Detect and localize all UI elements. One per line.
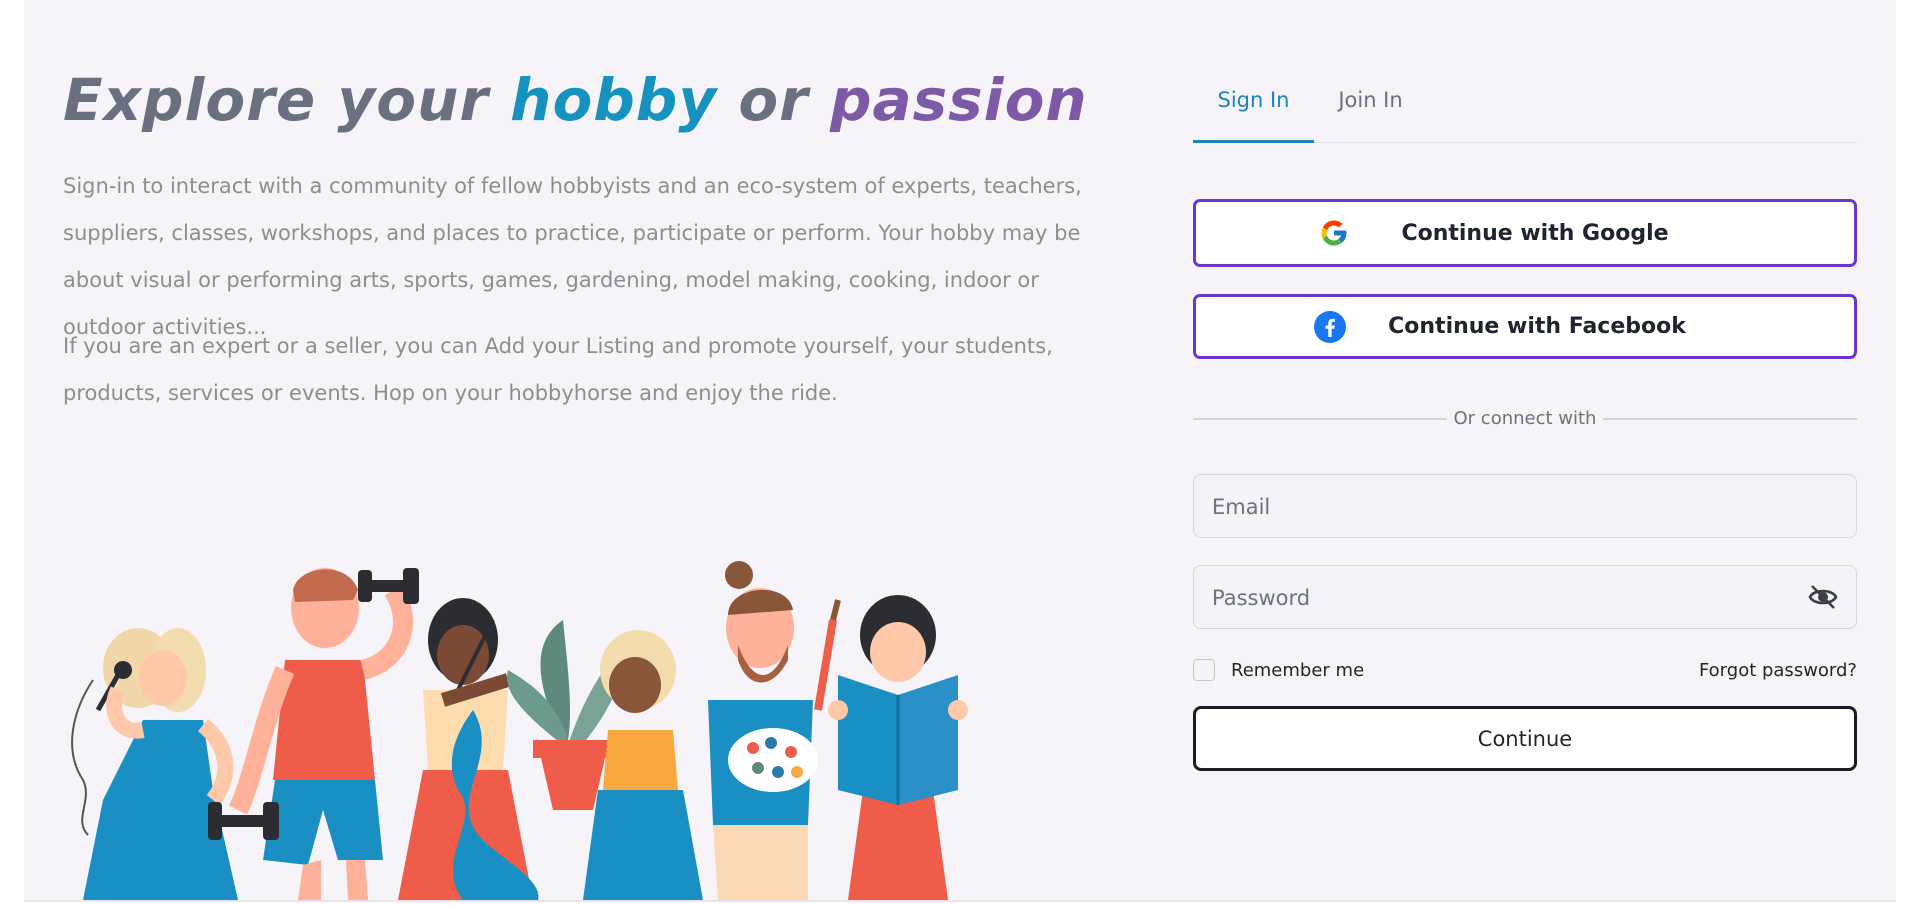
singer-figure [71, 628, 238, 900]
email-input[interactable] [1210, 475, 1794, 539]
password-input[interactable] [1210, 566, 1794, 630]
painter-figure [708, 561, 841, 900]
or-connect-divider: Or connect with [1193, 404, 1857, 434]
tab-join-in[interactable]: Join In [1314, 62, 1427, 140]
title-passion: passion [829, 66, 1088, 134]
reader-figure [828, 595, 968, 900]
auth-tabs: Sign In Join In [1193, 62, 1857, 143]
facebook-button-label: Continue with Facebook [1388, 314, 1686, 339]
title-part1: Explore your [63, 66, 511, 134]
hobbyists-illustration [71, 561, 968, 900]
knitter-figure [398, 598, 539, 900]
continue-with-facebook-button[interactable]: Continue with Facebook [1193, 294, 1857, 359]
page-bottom-border [24, 900, 1896, 902]
password-field-wrapper [1193, 565, 1857, 630]
tab-sign-in[interactable]: Sign In [1193, 62, 1314, 143]
remember-me-label: Remember me [1231, 659, 1365, 681]
title-or: or [717, 66, 830, 134]
page-title: Explore your hobby or passion [63, 66, 1088, 134]
divider-text: Or connect with [1453, 408, 1597, 429]
athlete-figure [208, 568, 419, 900]
forgot-password-link[interactable]: Forgot password? [1691, 656, 1857, 684]
gardener-figure [507, 620, 703, 900]
remember-me[interactable]: Remember me [1193, 656, 1364, 684]
divider-line-right [1603, 418, 1857, 420]
continue-button[interactable]: Continue [1193, 706, 1857, 771]
google-button-label: Continue with Google [1401, 220, 1669, 246]
title-hobby: hobby [510, 66, 718, 134]
intro-paragraph-2: If you are an expert or a seller, you ca… [63, 334, 1053, 405]
email-field-wrapper [1193, 474, 1857, 539]
eye-off-icon[interactable] [1808, 584, 1838, 610]
forgot-password-label: Forgot password? [1698, 659, 1857, 681]
page-container: Explore your hobby or passion Sign-in to… [24, 0, 1896, 900]
continue-with-google-button[interactable]: Continue with Google [1193, 199, 1857, 267]
remember-me-checkbox[interactable] [1193, 659, 1215, 681]
divider-line-left [1193, 418, 1447, 420]
